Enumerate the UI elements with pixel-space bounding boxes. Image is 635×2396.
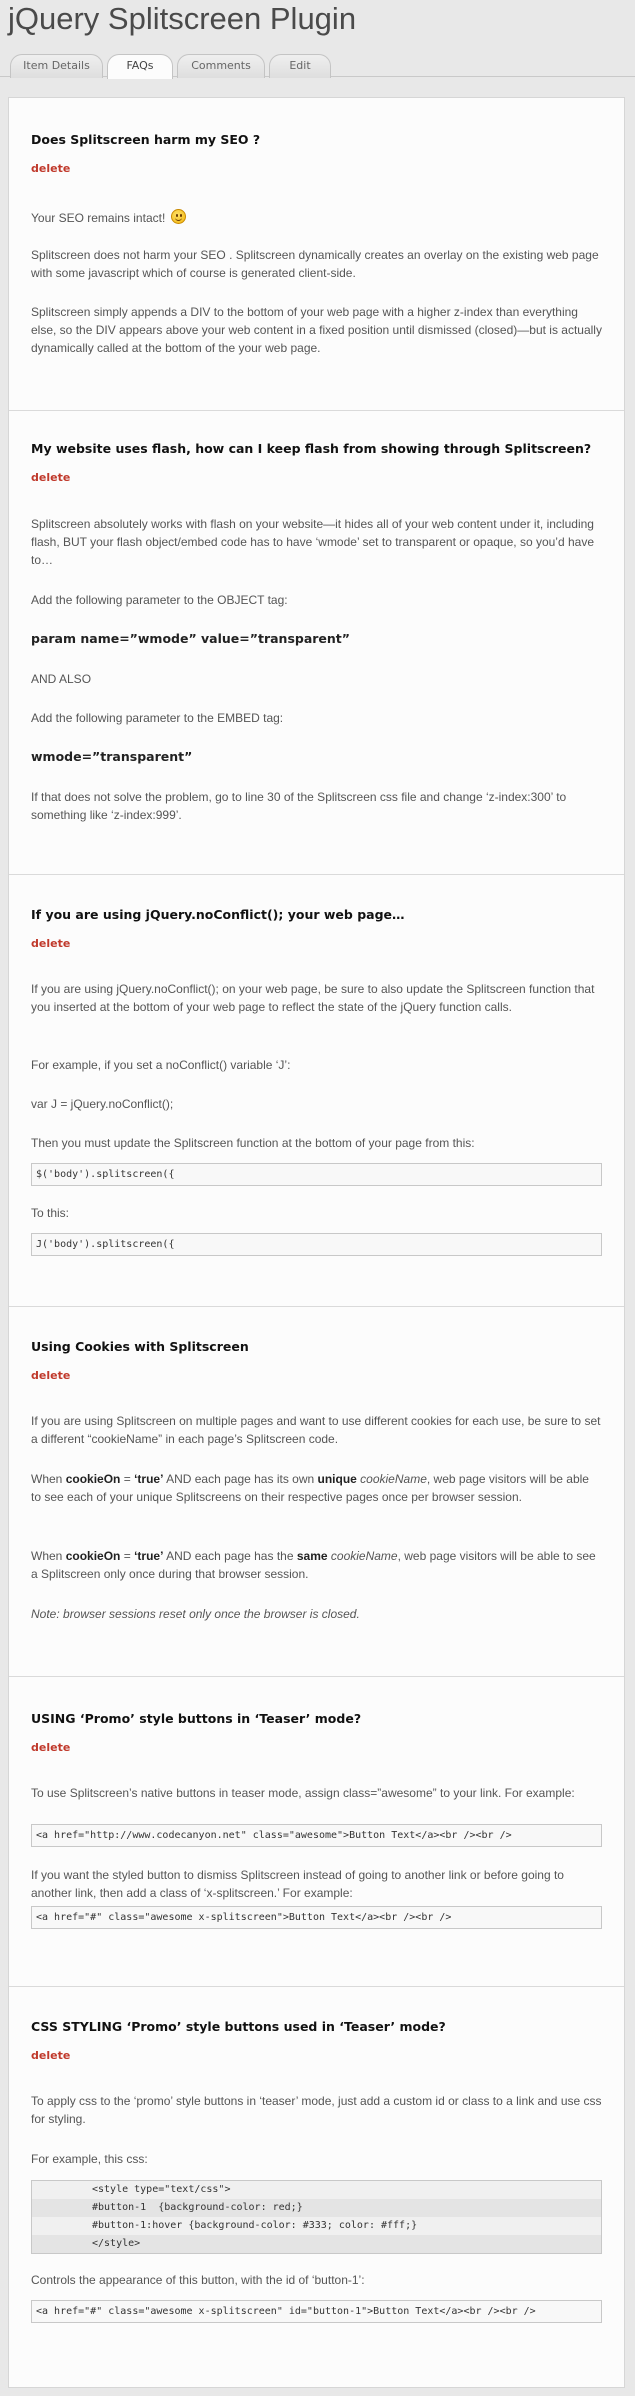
faq-text: When [31, 1472, 66, 1486]
delete-link[interactable]: delete [31, 162, 602, 176]
faq-code-line: wmode=”transparent” [31, 749, 193, 764]
code-block: <a href="#" class="awesome x-splitscreen… [31, 2300, 602, 2323]
code-block: $('body').splitscreen({ [31, 1163, 602, 1186]
faq-paragraph: If you are using Splitscreen on multiple… [31, 1414, 601, 1446]
faq-question: My website uses flash, how can I keep fl… [31, 441, 592, 456]
delete-link[interactable]: delete [31, 1741, 602, 1755]
faq-paragraph: When cookieOn = ‘true’ AND each page has… [31, 1547, 602, 1583]
faq-text: = [120, 1549, 135, 1563]
faq-paragraph: If you want the styled button to dismiss… [31, 1868, 564, 1900]
code-block: <a href="#" class="awesome x-splitscreen… [31, 1906, 602, 1929]
tab-faqs[interactable]: FAQs [107, 54, 173, 79]
faq-question: CSS STYLING ‘Promo’ style buttons used i… [31, 2019, 446, 2034]
faq-text: Your SEO remains intact! [31, 211, 166, 225]
faq-paragraph: var J = jQuery.noConflict(); [31, 1097, 174, 1111]
faq-question: USING ‘Promo’ style buttons in ‘Teaser’ … [31, 1711, 362, 1726]
faq-paragraph: To use Splitscreen’s native buttons in t… [31, 1786, 575, 1800]
css-code-line: <style type="text/css"> [92, 2184, 231, 2195]
faq-keyword: cookieOn [65, 1549, 121, 1563]
faq-item: Using Cookies with Splitscreen delete If… [9, 1307, 624, 1677]
faq-question: Using Cookies with Splitscreen [31, 1339, 249, 1354]
faq-paragraph: Add the following parameter to the OBJEC… [31, 593, 288, 607]
css-code-line: #button-1:hover {background-color: #333;… [92, 2220, 418, 2231]
faq-keyword: same [296, 1549, 328, 1563]
faq-paragraph: Then you must update the Splitscreen fun… [31, 1136, 475, 1150]
delete-link[interactable]: delete [31, 471, 602, 485]
faq-item: If you are using jQuery.noConflict(); yo… [9, 875, 624, 1307]
faq-paragraph: For example, if you set a noConflict() v… [31, 1058, 291, 1072]
faq-text: AND each page has the [163, 1549, 297, 1563]
faq-question: Does Splitscreen harm my SEO ? [31, 132, 261, 147]
css-code-line: #button-1 {background-color: red;} [32, 2199, 601, 2217]
css-code-line: </style> [32, 2235, 601, 2253]
faq-paragraph: To apply css to the ‘promo’ style button… [31, 2094, 602, 2126]
code-block: <a href="http://www.codecanyon.net" clas… [31, 1824, 602, 1847]
delete-link[interactable]: delete [31, 937, 602, 951]
faq-paragraph: Splitscreen simply appends a DIV to the … [31, 305, 602, 355]
tab-edit[interactable]: Edit [269, 54, 331, 78]
faq-item: CSS STYLING ‘Promo’ style buttons used i… [9, 1987, 624, 2387]
tab-item-details[interactable]: Item Details [10, 54, 103, 78]
css-code-block: <style type="text/css"> #button-1 {backg… [31, 2180, 602, 2254]
faq-keyword: ‘true’ [134, 1549, 164, 1563]
faq-keyword: unique [317, 1472, 357, 1486]
faq-keyword: cookieName [360, 1472, 427, 1486]
faq-paragraph: Your SEO remains intact! [31, 207, 602, 227]
tab-bar: Item Details FAQs Comments Edit [0, 0, 635, 80]
faq-panel: Does Splitscreen harm my SEO ? delete Yo… [8, 97, 625, 2388]
faq-text: AND each page has its own [163, 1472, 318, 1486]
faq-keyword: ‘true’ [134, 1472, 164, 1486]
faq-paragraph: AND ALSO [31, 672, 92, 686]
faq-note: Note: browser sessions reset only once t… [31, 1605, 602, 1623]
faq-paragraph: To this: [31, 1206, 70, 1220]
faq-paragraph: Controls the appearance of this button, … [31, 2273, 365, 2287]
faq-paragraph: For example, this css: [31, 2152, 148, 2166]
faq-item: Does Splitscreen harm my SEO ? delete Yo… [9, 98, 624, 411]
code-block: J('body').splitscreen({ [31, 1233, 602, 1256]
faq-text: When [31, 1549, 66, 1563]
faq-item: USING ‘Promo’ style buttons in ‘Teaser’ … [9, 1677, 624, 1987]
smiley-icon [170, 209, 186, 224]
faq-note-text: Note: browser sessions reset only once t… [31, 1607, 360, 1621]
faq-paragraph: When cookieOn = ‘true’ AND each page has… [31, 1470, 602, 1506]
faq-paragraph: Add the following parameter to the EMBED… [31, 711, 284, 725]
faq-keyword: cookieName [330, 1549, 398, 1563]
faq-paragraph: Splitscreen does not harm your SEO . Spl… [31, 248, 599, 280]
delete-link[interactable]: delete [31, 1369, 602, 1383]
faq-text: = [120, 1472, 135, 1486]
faq-paragraph: If you are using jQuery.noConflict(); on… [31, 982, 595, 1014]
faq-keyword: cookieOn [65, 1472, 121, 1486]
faq-paragraph: If that does not solve the problem, go t… [31, 790, 567, 822]
tab-comments[interactable]: Comments [177, 54, 265, 78]
faq-question: If you are using jQuery.noConflict(); yo… [31, 907, 405, 922]
faq-item: My website uses flash, how can I keep fl… [9, 411, 624, 875]
faq-code-line: param name=”wmode” value=”transparent” [31, 631, 351, 646]
delete-link[interactable]: delete [31, 2049, 602, 2063]
faq-paragraph: Splitscreen absolutely works with flash … [31, 517, 594, 567]
